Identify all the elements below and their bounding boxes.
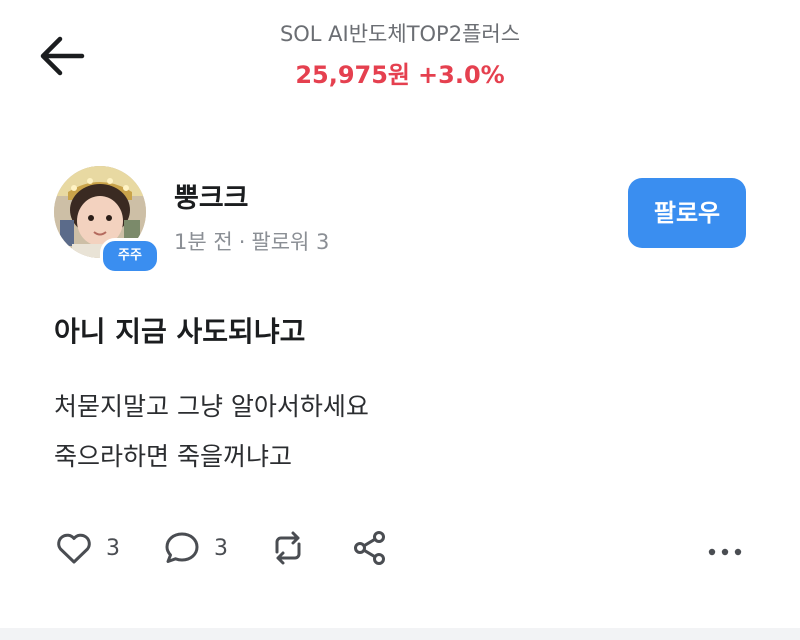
shareholder-badge: 주주 — [100, 238, 160, 274]
stock-name[interactable]: SOL AI반도체TOP2플러스 — [0, 18, 800, 48]
heart-icon — [57, 533, 91, 564]
section-divider — [0, 628, 800, 640]
share-icon — [354, 531, 385, 565]
stock-price: 25,975원 — [295, 61, 411, 89]
meta-separator: · — [238, 230, 246, 254]
header: SOL AI반도체TOP2플러스 25,975원 +3.0% — [0, 0, 800, 110]
author-name[interactable]: 뿡크크 — [174, 176, 249, 215]
post-body-line: 죽으라하면 죽을꺼냐고 — [54, 442, 292, 471]
comment-button[interactable]: 3 — [162, 526, 228, 570]
post-body-line: 처묻지말고 그냥 알아서하세요 — [54, 392, 369, 421]
more-button[interactable] — [706, 532, 746, 562]
author-meta: 1분 전 · 팔로워 3 — [174, 226, 335, 256]
follower-count: 팔로워 3 — [251, 230, 330, 254]
author-row: 주주 뿡크크 1분 전 · 팔로워 3 팔로우 — [54, 166, 754, 276]
comment-icon — [165, 532, 199, 563]
post-time: 1분 전 — [174, 230, 233, 254]
like-count: 3 — [106, 535, 120, 561]
stock-price-row: 25,975원 +3.0% — [0, 55, 800, 90]
more-dots-icon — [708, 548, 742, 556]
share-button[interactable] — [350, 526, 390, 570]
comment-count: 3 — [214, 535, 228, 561]
post-title: 아니 지금 사도되냐고 — [54, 315, 306, 348]
follow-button[interactable]: 팔로우 — [628, 178, 746, 248]
stock-change: +3.0% — [418, 61, 505, 89]
post-body: 처묻지말고 그냥 알아서하세요 죽으라하면 죽을꺼냐고 — [54, 382, 369, 482]
action-bar: 3 3 — [54, 526, 754, 574]
repost-button[interactable] — [268, 526, 308, 570]
like-button[interactable]: 3 — [54, 526, 120, 570]
repost-icon — [275, 531, 301, 565]
